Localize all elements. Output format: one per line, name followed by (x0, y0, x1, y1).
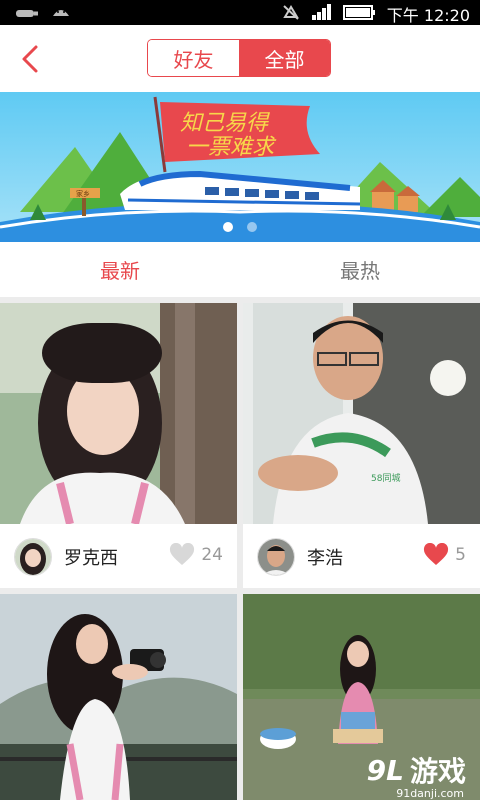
post-info: 李浩 5 (243, 524, 480, 588)
banner-slogan-line1: 知己易得 (180, 111, 270, 136)
android-icon (50, 4, 72, 24)
avatar[interactable] (257, 538, 295, 576)
post-photo[interactable] (0, 303, 237, 524)
usb-icon (14, 5, 40, 24)
like-count: 24 (201, 545, 223, 565)
watermark-text: 游戏 (409, 755, 466, 788)
promo-banner[interactable]: 家乡 知己易得 一票难求 (0, 92, 480, 242)
user-name[interactable]: 李浩 (307, 544, 343, 570)
segment-friends[interactable]: 好友 (148, 40, 239, 76)
feed-card[interactable]: 罗克西 24 (0, 303, 237, 588)
like-count: 5 (455, 545, 466, 565)
signpost-label: 家乡 (76, 189, 90, 198)
carousel-dot-1[interactable] (223, 222, 233, 232)
top-bar: 好友 全部 (0, 25, 480, 92)
post-photo[interactable]: 58同城 (243, 303, 480, 524)
like-button[interactable]: 24 (169, 543, 223, 567)
silent-icon (281, 3, 301, 25)
banner-slogan-line2: 一票难求 (186, 135, 277, 160)
back-button[interactable] (14, 41, 46, 77)
feed-card[interactable]: 58同城 李浩 5 (243, 303, 480, 588)
segment-all[interactable]: 全部 (239, 40, 330, 76)
like-button[interactable]: 5 (423, 543, 466, 567)
sort-tabs: 最新 最热 (0, 242, 480, 297)
signal-icon (311, 3, 333, 25)
status-bar: 下午 12:20 (0, 0, 480, 25)
user-name[interactable]: 罗克西 (64, 544, 118, 570)
carousel-dot-2[interactable] (247, 222, 257, 232)
site-watermark: 9L 游戏 (367, 750, 466, 790)
watermark-url: 91danji.com (396, 787, 464, 800)
feed-card[interactable]: 9L 游戏 91danji.com (243, 594, 480, 800)
friend-scope-toggle: 好友 全部 (147, 39, 331, 77)
tab-hottest[interactable]: 最热 (240, 242, 480, 297)
watermark-logo: 9L (366, 753, 404, 787)
post-photo[interactable] (0, 594, 237, 800)
heart-filled-icon (424, 543, 449, 565)
shirt-print: 58同城 (371, 473, 400, 484)
chevron-left-icon (22, 45, 38, 73)
feed-card[interactable] (0, 594, 237, 800)
heart-outline-icon (170, 543, 195, 565)
avatar[interactable] (14, 538, 52, 576)
tab-latest[interactable]: 最新 (0, 242, 240, 297)
battery-icon (342, 3, 377, 25)
post-info: 罗克西 24 (0, 524, 237, 588)
status-time: 下午 12:20 (386, 6, 470, 25)
